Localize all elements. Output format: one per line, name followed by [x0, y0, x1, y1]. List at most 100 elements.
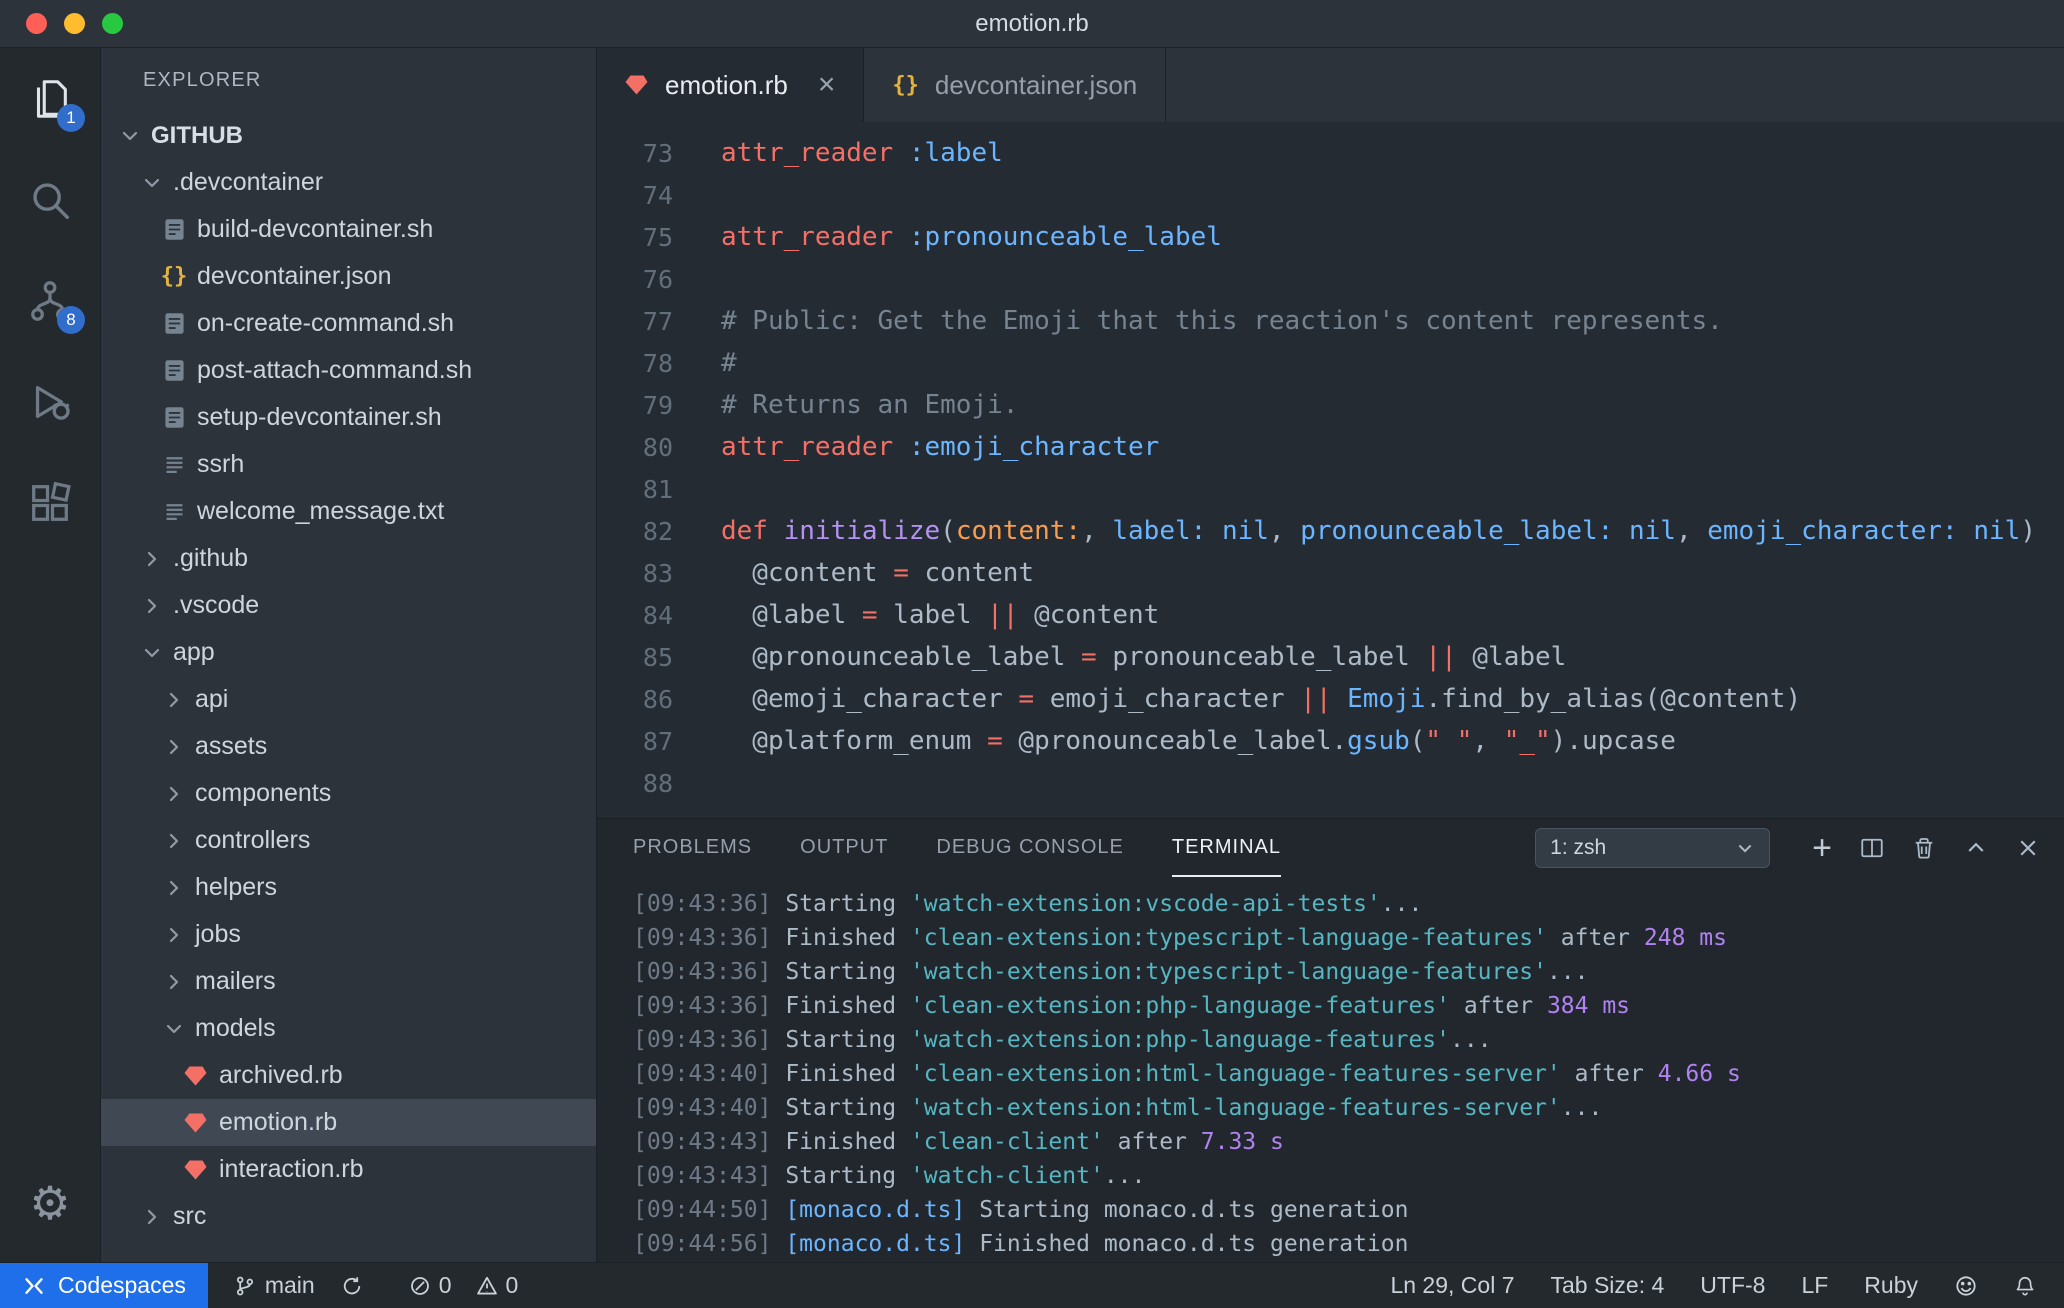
- smiley-icon: [1954, 1274, 1978, 1298]
- tree-item-jobs[interactable]: jobs: [101, 911, 596, 958]
- run-debug-activity-button[interactable]: [0, 351, 100, 452]
- close-window-button[interactable]: [26, 13, 47, 34]
- gear-icon: ⚙: [29, 1177, 71, 1229]
- tab-size-indicator[interactable]: Tab Size: 4: [1550, 1272, 1664, 1299]
- tree-item-mailers[interactable]: mailers: [101, 958, 596, 1005]
- notifications-button[interactable]: [2014, 1275, 2036, 1297]
- tree-item-assets[interactable]: assets: [101, 723, 596, 770]
- codespaces-remote-indicator[interactable]: Codespaces: [0, 1263, 208, 1308]
- line-number: 88: [642, 768, 673, 798]
- feedback-smiley-button[interactable]: [1954, 1274, 1978, 1298]
- chevron-right-icon: [139, 594, 165, 618]
- shell-select-label: 1: zsh: [1550, 836, 1607, 859]
- tree-item-controllers[interactable]: controllers: [101, 817, 596, 864]
- sh-file-icon: [161, 311, 187, 336]
- plus-icon: +: [1812, 829, 1832, 867]
- kill-terminal-button[interactable]: [1912, 836, 1936, 860]
- chevron-right-icon: [161, 970, 187, 994]
- bell-icon: [2014, 1275, 2036, 1297]
- problems-indicator[interactable]: 0 0: [409, 1272, 519, 1299]
- terminal-line-4: [09:43:36] Finished 'clean-extension:php…: [633, 993, 1631, 1019]
- new-terminal-button[interactable]: +: [1812, 831, 1832, 865]
- tree-item-src[interactable]: src: [101, 1193, 596, 1240]
- code-line-73: 73 attr_reader :label: [597, 132, 2064, 174]
- tree-item-github[interactable]: .github: [101, 535, 596, 582]
- line-number: 83: [642, 558, 673, 588]
- settings-button[interactable]: ⚙: [0, 1158, 100, 1248]
- tree-item-interaction-rb[interactable]: interaction.rb: [101, 1146, 596, 1193]
- titlebar: emotion.rb: [0, 0, 2064, 48]
- terminal-output[interactable]: [09:43:36] Starting 'watch-extension:vsc…: [597, 877, 2064, 1262]
- errors-icon: [409, 1275, 431, 1297]
- chevron-right-icon: [161, 688, 187, 712]
- tree-item-helpers[interactable]: helpers: [101, 864, 596, 911]
- panel-tab-problems[interactable]: PROBLEMS: [633, 819, 752, 877]
- close-tab-icon[interactable]: ×: [818, 70, 836, 100]
- encoding-indicator[interactable]: UTF-8: [1700, 1272, 1765, 1299]
- sh-file-icon: [161, 405, 187, 430]
- branch-indicator[interactable]: main: [234, 1272, 315, 1299]
- panel-tab-debug-console[interactable]: DEBUG CONSOLE: [936, 819, 1123, 877]
- source-control-activity-button[interactable]: 8: [0, 250, 100, 351]
- code-line-80: 80 attr_reader :emoji_character: [597, 426, 2064, 468]
- code-line-79: 79 # Returns an Emoji.: [597, 384, 2064, 426]
- chevron-right-icon: [139, 547, 165, 571]
- code-line-81: 81: [597, 468, 2064, 510]
- trash-icon: [1912, 836, 1936, 860]
- terminal-shell-select[interactable]: 1: zsh: [1535, 828, 1771, 868]
- tree-item-build-devcontainer-sh[interactable]: build-devcontainer.sh: [101, 206, 596, 253]
- chevron-down-icon: [139, 641, 165, 665]
- tree-item-devcontainer-json[interactable]: {} devcontainer.json: [101, 253, 596, 300]
- explorer-activity-button[interactable]: 1: [0, 48, 100, 149]
- sh-file-icon: [161, 358, 187, 383]
- tree-item-welcome-message-txt[interactable]: welcome_message.txt: [101, 488, 596, 535]
- tree-item-label: on-create-command.sh: [197, 309, 455, 337]
- tree-item-on-create-command-sh[interactable]: on-create-command.sh: [101, 300, 596, 347]
- warnings-count: 0: [505, 1272, 519, 1298]
- cursor-position[interactable]: Ln 29, Col 7: [1390, 1272, 1514, 1299]
- tree-item-app[interactable]: app: [101, 629, 596, 676]
- editor-tab-devcontainer-json[interactable]: {} devcontainer.json: [864, 48, 1167, 122]
- close-panel-button[interactable]: [2016, 836, 2040, 860]
- tree-item-vscode[interactable]: .vscode: [101, 582, 596, 629]
- search-activity-button[interactable]: [0, 149, 100, 250]
- split-icon: [1860, 836, 1884, 860]
- tree-item-components[interactable]: components: [101, 770, 596, 817]
- minimize-window-button[interactable]: [64, 13, 85, 34]
- panel-tab-output[interactable]: OUTPUT: [800, 819, 888, 877]
- tree-item-post-attach-command-sh[interactable]: post-attach-command.sh: [101, 347, 596, 394]
- eol-indicator[interactable]: LF: [1801, 1272, 1828, 1299]
- zoom-window-button[interactable]: [102, 13, 123, 34]
- tree-item-ssrh[interactable]: ssrh: [101, 441, 596, 488]
- run-debug-icon: [27, 379, 73, 425]
- extensions-activity-button[interactable]: [0, 452, 100, 553]
- terminal-line-5: [09:43:36] Starting 'watch-extension:php…: [633, 1027, 1492, 1053]
- sync-changes-button[interactable]: [341, 1275, 363, 1297]
- editor-tab-emotion-rb[interactable]: emotion.rb ×: [597, 48, 865, 122]
- tree-item-setup-devcontainer-sh[interactable]: setup-devcontainer.sh: [101, 394, 596, 441]
- line-number: 74: [642, 180, 673, 210]
- close-icon: [2016, 836, 2040, 860]
- tree-item-models[interactable]: models: [101, 1005, 596, 1052]
- txt-file-icon: [161, 452, 187, 477]
- tab-label: emotion.rb: [665, 69, 788, 100]
- tree-item-label: helpers: [195, 873, 277, 901]
- ruby-file-icon: [183, 1112, 209, 1134]
- code-line-84: 84 @label = label || @content: [597, 594, 2064, 636]
- terminal-line-1: [09:43:36] Starting 'watch-extension:vsc…: [633, 891, 1423, 917]
- code-editor[interactable]: 73 attr_reader :label 74 75 attr_reader :pro…: [597, 122, 2064, 818]
- tree-item-api[interactable]: api: [101, 676, 596, 723]
- maximize-panel-button[interactable]: [1964, 836, 1988, 860]
- file-tree: GITHUB .devcontainer build-devcontainer.sh…: [101, 112, 596, 1262]
- line-number: 84: [642, 600, 673, 630]
- tree-item-archived-rb[interactable]: archived.rb: [101, 1052, 596, 1099]
- editor-tab-bar: emotion.rb × {} devcontainer.json: [597, 48, 2064, 122]
- tree-item-emotion-rb[interactable]: emotion.rb: [101, 1099, 596, 1146]
- panel-tab-terminal[interactable]: TERMINAL: [1171, 819, 1281, 877]
- tree-root-github[interactable]: GITHUB: [101, 112, 596, 159]
- language-mode-indicator[interactable]: Ruby: [1864, 1272, 1918, 1299]
- tree-item-label: mailers: [195, 967, 276, 995]
- tree-item-devcontainer[interactable]: .devcontainer: [101, 159, 596, 206]
- terminal-line-7: [09:43:40] Starting 'watch-extension:htm…: [633, 1095, 1603, 1121]
- split-terminal-button[interactable]: [1860, 836, 1884, 860]
